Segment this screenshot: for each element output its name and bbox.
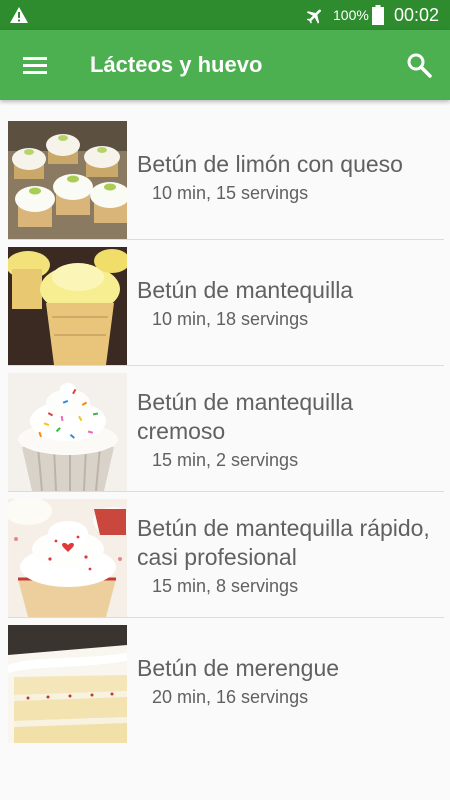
app-bar: Lácteos y huevo bbox=[0, 30, 450, 100]
recipe-meta: 10 min, 18 servings bbox=[152, 309, 309, 329]
recipe-text: Betún de mantequilla 10 min, 18 servings bbox=[137, 240, 442, 366]
recipe-text: Betún de limón con queso 10 min, 15 serv… bbox=[137, 114, 442, 240]
recipe-name: Betún de mantequilla cremoso bbox=[137, 388, 354, 444]
battery-percent: 100% bbox=[333, 7, 369, 23]
warning-icon bbox=[10, 7, 28, 23]
recipe-thumbnail bbox=[8, 625, 127, 743]
recipe-meta: 15 min, 8 servings bbox=[152, 575, 299, 596]
recipe-name: Betún de limón con queso bbox=[137, 151, 403, 177]
status-bar: 100% 00:02 bbox=[0, 0, 450, 30]
recipe-text: Betún de mantequilla cremoso 15 min, 2 s… bbox=[137, 366, 442, 492]
recipe-text: Betún de mantequilla rápido, casi profes… bbox=[137, 492, 442, 618]
recipe-meta: 10 min, 15 servings bbox=[152, 183, 309, 203]
recipe-meta: 15 min, 2 servings bbox=[152, 449, 299, 470]
recipe-thumbnail bbox=[8, 121, 127, 239]
airplane-mode-icon bbox=[306, 9, 321, 24]
battery-icon bbox=[372, 5, 384, 25]
recipe-list-item[interactable]: Betún de mantequilla 10 min, 18 servings bbox=[0, 240, 450, 366]
search-icon[interactable] bbox=[404, 50, 434, 80]
recipe-name: Betún de merengue bbox=[137, 655, 340, 681]
recipe-thumbnail bbox=[8, 499, 127, 617]
recipe-text: Betún de merengue 20 min, 16 servings bbox=[137, 618, 442, 744]
status-time: 00:02 bbox=[394, 5, 440, 25]
recipe-list-item[interactable]: Betún de mantequilla rápido, casi profes… bbox=[0, 492, 450, 618]
recipe-meta: 20 min, 16 servings bbox=[152, 687, 309, 707]
recipe-list: Betún de limón con queso 10 min, 15 serv… bbox=[0, 114, 450, 744]
recipe-list-item[interactable]: Betún de mantequilla cremoso 15 min, 2 s… bbox=[0, 366, 450, 492]
menu-icon[interactable] bbox=[20, 52, 50, 78]
recipe-list-item[interactable]: Betún de merengue 20 min, 16 servings bbox=[0, 618, 450, 744]
recipe-thumbnail bbox=[8, 373, 127, 491]
recipe-thumbnail bbox=[8, 247, 127, 365]
recipe-name: Betún de mantequilla bbox=[137, 277, 354, 303]
page-title: Lácteos y huevo bbox=[90, 52, 263, 77]
recipe-name: Betún de mantequilla rápido, casi profes… bbox=[137, 514, 430, 570]
recipe-list-item[interactable]: Betún de limón con queso 10 min, 15 serv… bbox=[0, 114, 450, 240]
